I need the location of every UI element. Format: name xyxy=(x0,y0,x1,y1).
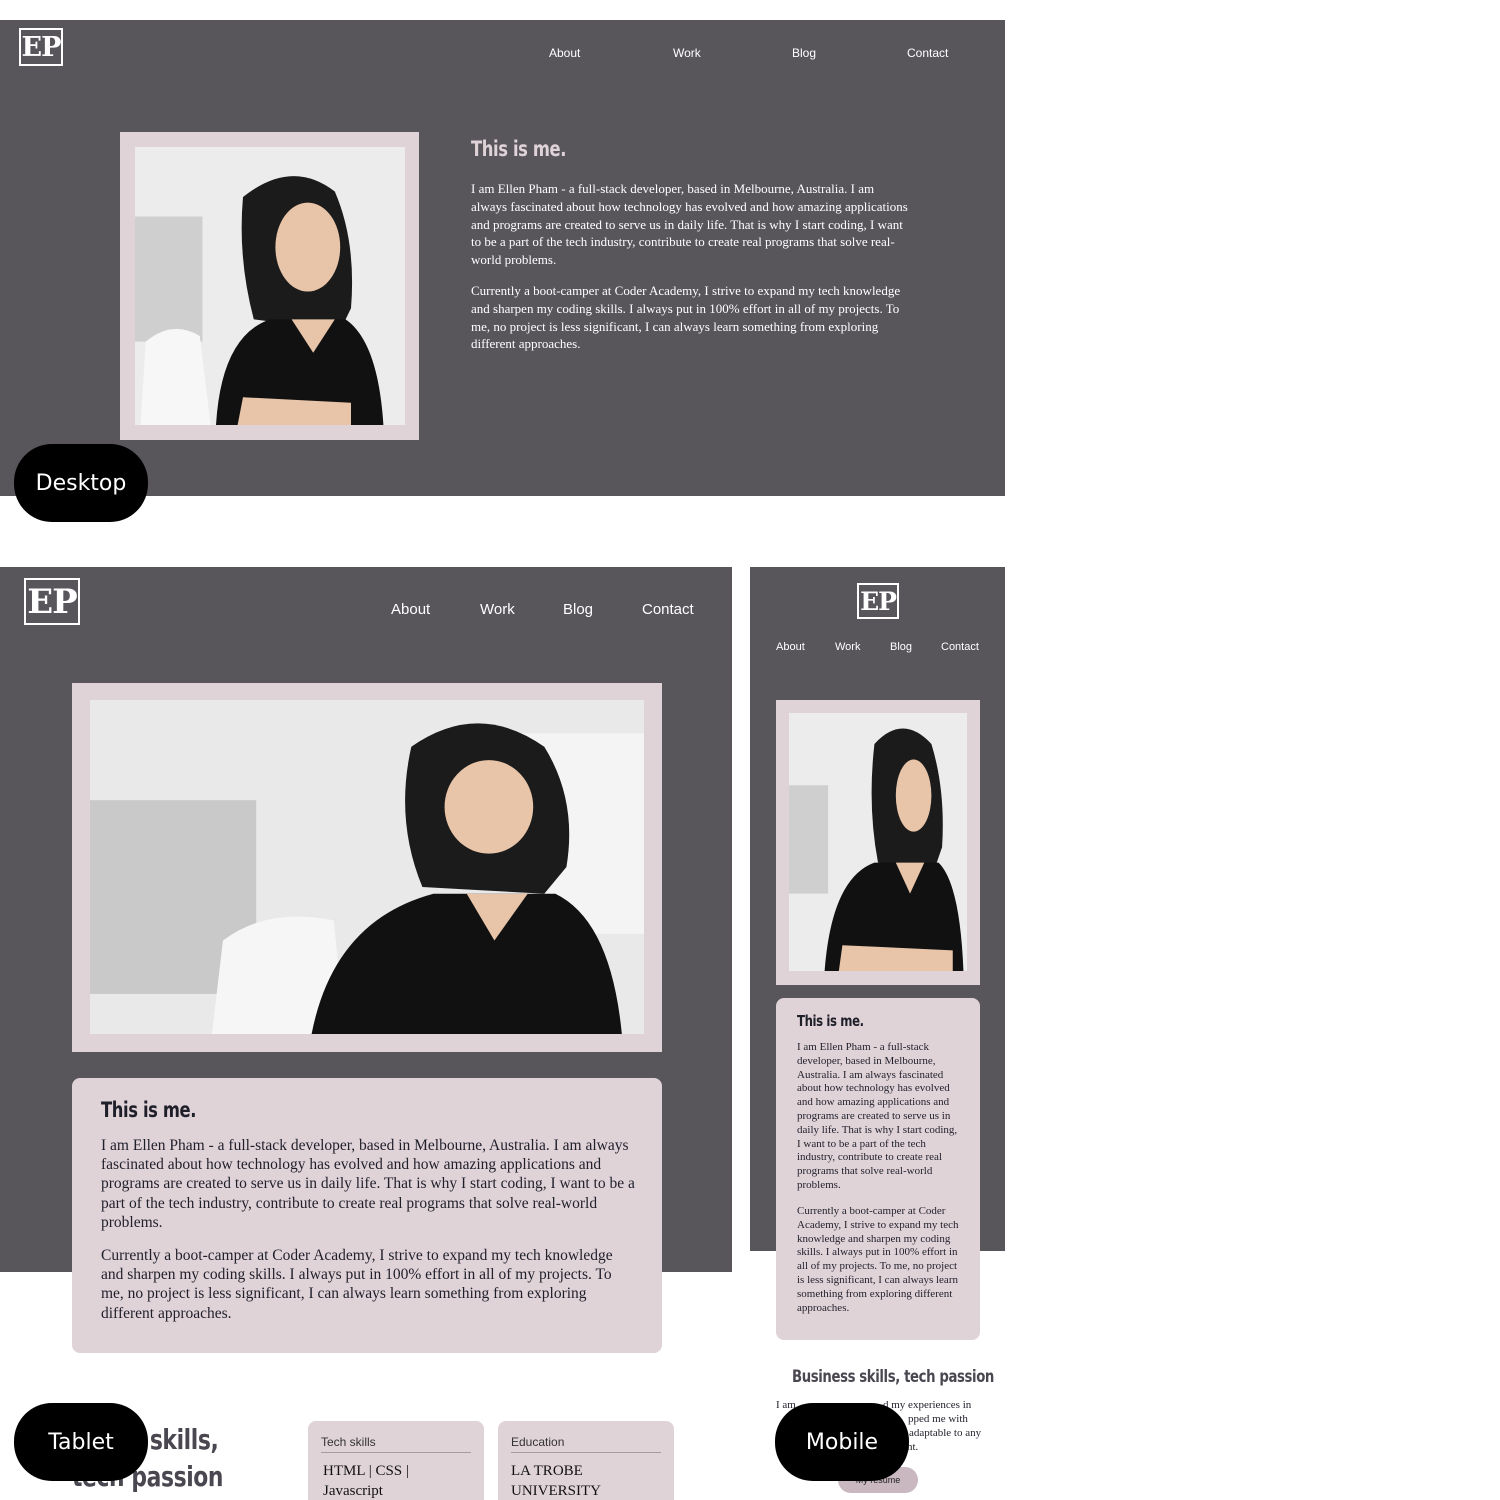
about-paragraph-1: I am Ellen Pham - a full-stack developer… xyxy=(797,1041,958,1191)
skills-intro-fragment: adaptable to any xyxy=(909,1427,982,1439)
profile-photo xyxy=(135,147,405,425)
tech-skills-value: HTML | CSS | Javascript xyxy=(323,1463,409,1499)
skills-intro-fragment: pped me with xyxy=(908,1413,968,1425)
education-label: Education xyxy=(511,1435,565,1449)
education-value: LA TROBE UNIVERSITY xyxy=(511,1463,601,1499)
about-heading: This is me. xyxy=(101,1098,197,1122)
nav-contact[interactable]: Contact xyxy=(642,601,694,618)
logo[interactable]: EP xyxy=(24,578,80,625)
nav-work[interactable]: Work xyxy=(835,641,860,653)
about-paragraph-2: Currently a boot-camper at Coder Academy… xyxy=(101,1247,613,1322)
nav-contact[interactable]: Contact xyxy=(941,641,979,653)
desktop-label: Desktop xyxy=(14,444,148,522)
profile-photo xyxy=(90,700,644,1034)
about-paragraph-1: I am Ellen Pham - a full-stack developer… xyxy=(471,181,908,268)
nav-blog[interactable]: Blog xyxy=(563,601,593,618)
nav-work[interactable]: Work xyxy=(480,601,515,618)
about-paragraph-2: Currently a boot-camper at Coder Academy… xyxy=(471,283,901,352)
nav-about[interactable]: About xyxy=(776,641,805,653)
desktop-frame: EP About Work Blog Contact This is me. I… xyxy=(0,20,1005,496)
logo[interactable]: EP xyxy=(19,28,63,66)
nav-contact[interactable]: Contact xyxy=(907,46,948,60)
tech-skills-divider xyxy=(321,1452,471,1453)
profile-photo xyxy=(789,713,967,971)
about-paragraph-1: I am Ellen Pham - a full-stack developer… xyxy=(101,1137,635,1231)
tech-skills-card: Tech skills HTML | CSS | Javascript xyxy=(308,1421,484,1500)
about-card: This is me. I am Ellen Pham - a full-sta… xyxy=(72,1078,662,1353)
logo[interactable]: EP xyxy=(857,583,899,619)
about-card: This is me. I am Ellen Pham - a full-sta… xyxy=(776,998,980,1340)
skills-heading: Business skills, tech passion xyxy=(792,1367,994,1387)
nav-about[interactable]: About xyxy=(549,46,580,60)
nav-blog[interactable]: Blog xyxy=(792,46,816,60)
nav-work[interactable]: Work xyxy=(673,46,701,60)
about-paragraph-2: Currently a boot-camper at Coder Academy… xyxy=(797,1205,959,1314)
about-heading: This is me. xyxy=(797,1012,864,1030)
tablet-label: Tablet xyxy=(14,1403,148,1481)
nav-blog[interactable]: Blog xyxy=(890,641,912,653)
skills-intro-fragment: d my experiences in xyxy=(883,1399,972,1411)
mobile-label: Mobile xyxy=(775,1403,909,1481)
nav-about[interactable]: About xyxy=(391,601,430,618)
about-heading: This is me. xyxy=(471,137,567,161)
education-card: Education LA TROBE UNIVERSITY xyxy=(498,1421,674,1500)
tech-skills-label: Tech skills xyxy=(321,1435,376,1449)
education-divider xyxy=(511,1452,661,1453)
